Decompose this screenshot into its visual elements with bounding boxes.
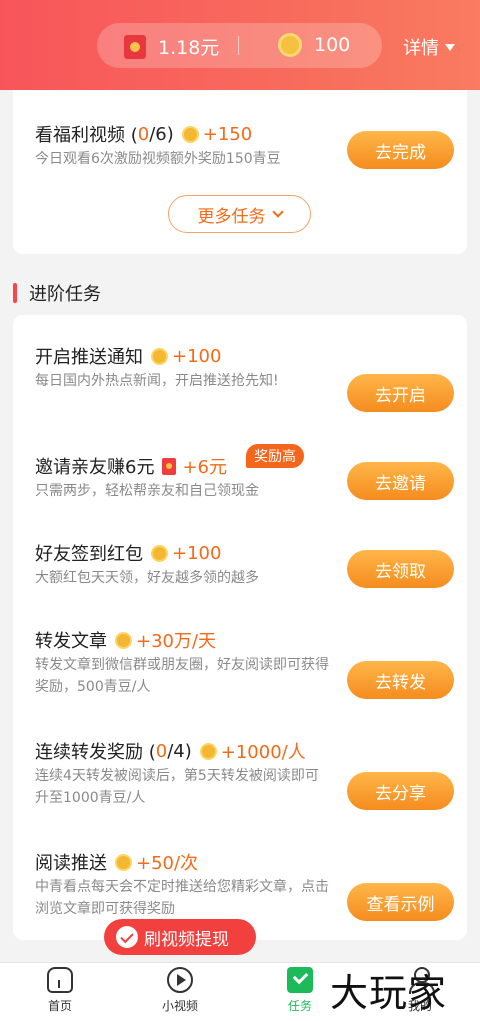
task-title: 邀请亲友赚6元 +6元 (35, 453, 227, 479)
task-reward: +6元 (182, 457, 227, 478)
enable-push-button[interactable]: 去开启 (347, 374, 454, 412)
top-header: 1.18元 100 详情 (0, 0, 480, 90)
task-description: 今日观看6次激励视频额外奖励150青豆 (35, 151, 281, 167)
invite-button[interactable]: 去邀请 (347, 462, 454, 500)
chevron-down-icon (271, 205, 284, 218)
task-description: 大额红包天天领，好友越多领的越多 (35, 570, 259, 586)
red-envelope-icon (162, 457, 177, 475)
red-envelope-icon (124, 34, 146, 59)
task-description: 中青看点每天会不定时推送给您精彩文章，点击浏览文章即可获得奖励 (35, 879, 329, 917)
nav-label: 首页 (47, 999, 72, 1013)
gold-coin-icon (115, 631, 132, 649)
section-accent-bar (13, 283, 17, 303)
task-reward: +100 (172, 542, 222, 564)
share-button[interactable]: 去分享 (347, 772, 454, 810)
reward-badge: 奖励高 (246, 444, 304, 468)
task-reward: +1000/人 (220, 742, 306, 763)
task-title-text: 连续转发奖励 ( (35, 742, 156, 763)
details-button[interactable]: 详情 (403, 34, 455, 60)
chat-bubble-icon (116, 926, 138, 948)
task-reward: +150 (202, 123, 253, 145)
nav-item-home[interactable]: 首页 (20, 967, 100, 1014)
coin-value: 100 (314, 34, 351, 56)
task-title-text: 阅读推送 (35, 853, 107, 874)
task-title: 好友签到红包 +100 (35, 540, 221, 566)
cash-balance[interactable]: 1.18元 (124, 33, 219, 60)
section-header: 进阶任务 (13, 280, 101, 306)
watermark: 大玩家 (330, 971, 448, 1015)
claim-button[interactable]: 去领取 (347, 550, 454, 588)
task-reward: +100 (172, 345, 222, 367)
task-title-text: 看福利视频 ( (35, 125, 138, 146)
task-reward: +50/次 (136, 853, 199, 874)
task-title: 转发文章 +30万/天 (35, 627, 216, 653)
task-title-text: 好友签到红包 (35, 544, 143, 565)
coin-balance[interactable]: 100 (278, 33, 350, 57)
view-example-button[interactable]: 查看示例 (347, 883, 454, 921)
play-icon (167, 967, 193, 993)
gold-coin-icon (181, 125, 199, 143)
share-article-button[interactable]: 去转发 (347, 661, 454, 699)
task-title-text: 转发文章 (35, 631, 107, 652)
task-reward: +30万/天 (136, 631, 217, 652)
more-tasks-label: 更多任务 (197, 206, 266, 227)
welfare-card: 看福利视频 (0 /6) +150 今日观看6次激励视频额外奖励150青豆 去完… (13, 90, 467, 254)
nav-item-short-video[interactable]: 小视频 (140, 967, 220, 1014)
complete-button[interactable]: 去完成 (347, 131, 454, 169)
balance-pill[interactable]: 1.18元 100 (97, 23, 382, 68)
nav-label: 小视频 (161, 999, 198, 1013)
details-label: 详情 (403, 38, 439, 59)
nav-label: 任务 (287, 999, 312, 1013)
home-icon (47, 967, 73, 993)
progress-total: /6) (149, 123, 174, 145)
pill-divider (238, 36, 239, 55)
task-title-text: 开启推送通知 (35, 347, 143, 368)
task-description: 每日国内外热点新闻，开启推送抢先知! (35, 373, 279, 389)
task-description: 转发文章到微信群或朋友圈，好友阅读即可获得奖励，500青豆/人 (35, 657, 329, 695)
progress-current: 0 (155, 740, 168, 762)
gold-coin-icon (278, 33, 302, 57)
task-check-icon (287, 967, 313, 993)
nav-item-tasks[interactable]: 任务 (260, 967, 340, 1014)
gold-coin-icon (115, 853, 132, 871)
advanced-tasks-card: 开启推送通知 +100 每日国内外热点新闻，开启推送抢先知! 去开启 邀请亲友赚… (13, 315, 467, 940)
task-title: 开启推送通知 +100 (35, 343, 221, 369)
gold-coin-icon (151, 544, 168, 562)
section-title: 进阶任务 (29, 284, 101, 305)
task-title: 阅读推送 +50/次 (35, 849, 198, 875)
task-description: 只需两步，轻松帮亲友和自己领现金 (35, 483, 259, 499)
more-tasks-button[interactable]: 更多任务 (168, 195, 311, 233)
watch-video-withdraw-button[interactable]: 刷视频提现 (104, 919, 256, 955)
progress-current: 0 (137, 123, 150, 145)
welfare-task-title: 看福利视频 (0 /6) +150 (35, 121, 252, 147)
cash-value: 1.18元 (158, 37, 220, 59)
gold-coin-icon (151, 347, 168, 365)
task-title: 连续转发奖励 (0 /4) +1000/人 (35, 738, 306, 764)
progress-total: /4) (167, 740, 192, 762)
gold-coin-icon (199, 742, 217, 760)
caret-down-icon (445, 43, 455, 51)
task-description: 连续4天转发被阅读后，第5天转发被阅读即可升至1000青豆/人 (35, 768, 319, 806)
task-title-text: 邀请亲友赚6元 (35, 457, 155, 478)
floating-label: 刷视频提现 (144, 929, 229, 950)
